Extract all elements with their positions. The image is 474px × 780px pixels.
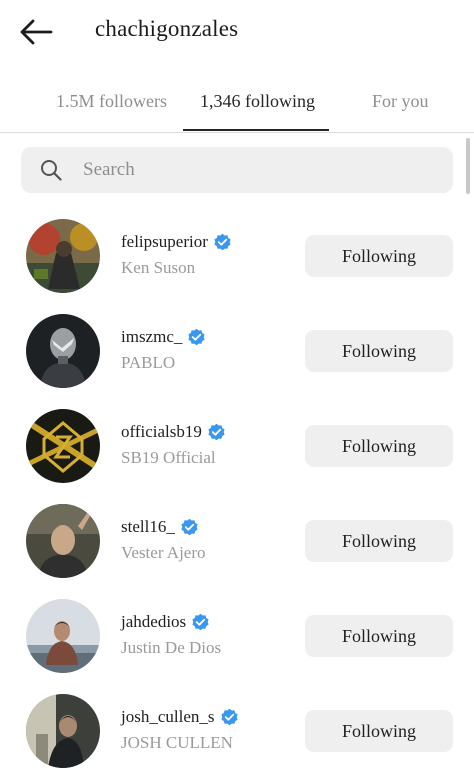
list-item: stell16_ Vester Ajero Following: [0, 495, 474, 590]
tab-bar: 1.5M followers 1,346 following For you: [0, 78, 474, 133]
username: felipsuperior: [121, 232, 208, 251]
active-tab-indicator: [183, 129, 329, 131]
following-button[interactable]: Following: [305, 615, 453, 657]
verified-badge-icon: [208, 423, 225, 440]
verified-badge-icon: [192, 613, 209, 630]
arrow-left-icon[interactable]: [18, 16, 54, 48]
verified-badge-icon: [214, 233, 231, 250]
following-button[interactable]: Following: [305, 235, 453, 277]
list-item: imszmc_ PABLO Following: [0, 305, 474, 400]
search-bar[interactable]: [21, 147, 453, 193]
full-name: Vester Ajero: [121, 543, 206, 562]
tab-for-you[interactable]: For you: [372, 91, 429, 112]
full-name: SB19 Official: [121, 448, 216, 467]
following-button[interactable]: Following: [305, 710, 453, 752]
tab-following[interactable]: 1,346 following: [200, 91, 315, 112]
list-item: jahdedios Justin De Dios Following: [0, 590, 474, 685]
following-button[interactable]: Following: [305, 520, 453, 562]
username: stell16_: [121, 517, 175, 536]
full-name: PABLO: [121, 353, 176, 372]
username: josh_cullen_s: [121, 707, 215, 726]
avatar[interactable]: [26, 694, 100, 768]
avatar[interactable]: [26, 314, 100, 388]
list-item: officialsb19 SB19 Official Following: [0, 400, 474, 495]
verified-badge-icon: [181, 518, 198, 535]
full-name: JOSH CULLEN: [121, 733, 233, 752]
top-bar: chachigonzales: [0, 0, 474, 66]
username-link[interactable]: josh_cullen_s: [121, 707, 239, 727]
search-icon: [41, 160, 62, 181]
username: jahdedios: [121, 612, 187, 631]
avatar[interactable]: [26, 409, 100, 483]
following-button[interactable]: Following: [305, 425, 453, 467]
username-link[interactable]: felipsuperior: [121, 232, 232, 252]
following-list: felipsuperior Ken Suson Following imszmc…: [0, 210, 474, 780]
username-link[interactable]: stell16_: [121, 517, 199, 537]
list-item: josh_cullen_s JOSH CULLEN Following: [0, 685, 474, 780]
avatar[interactable]: [26, 599, 100, 673]
search-input[interactable]: [83, 147, 433, 193]
page-title: chachigonzales: [95, 16, 239, 41]
avatar[interactable]: [26, 504, 100, 578]
username-link[interactable]: imszmc_: [121, 327, 206, 347]
following-button[interactable]: Following: [305, 330, 453, 372]
username-link[interactable]: jahdedios: [121, 612, 210, 632]
scrollbar[interactable]: [466, 138, 470, 194]
avatar[interactable]: [26, 219, 100, 293]
username-link[interactable]: officialsb19: [121, 422, 226, 442]
full-name: Ken Suson: [121, 258, 196, 277]
verified-badge-icon: [188, 328, 205, 345]
username: officialsb19: [121, 422, 202, 441]
list-item: felipsuperior Ken Suson Following: [0, 210, 474, 305]
username: imszmc_: [121, 327, 183, 346]
full-name: Justin De Dios: [121, 638, 222, 657]
tab-followers[interactable]: 1.5M followers: [56, 91, 167, 112]
verified-badge-icon: [220, 708, 238, 725]
